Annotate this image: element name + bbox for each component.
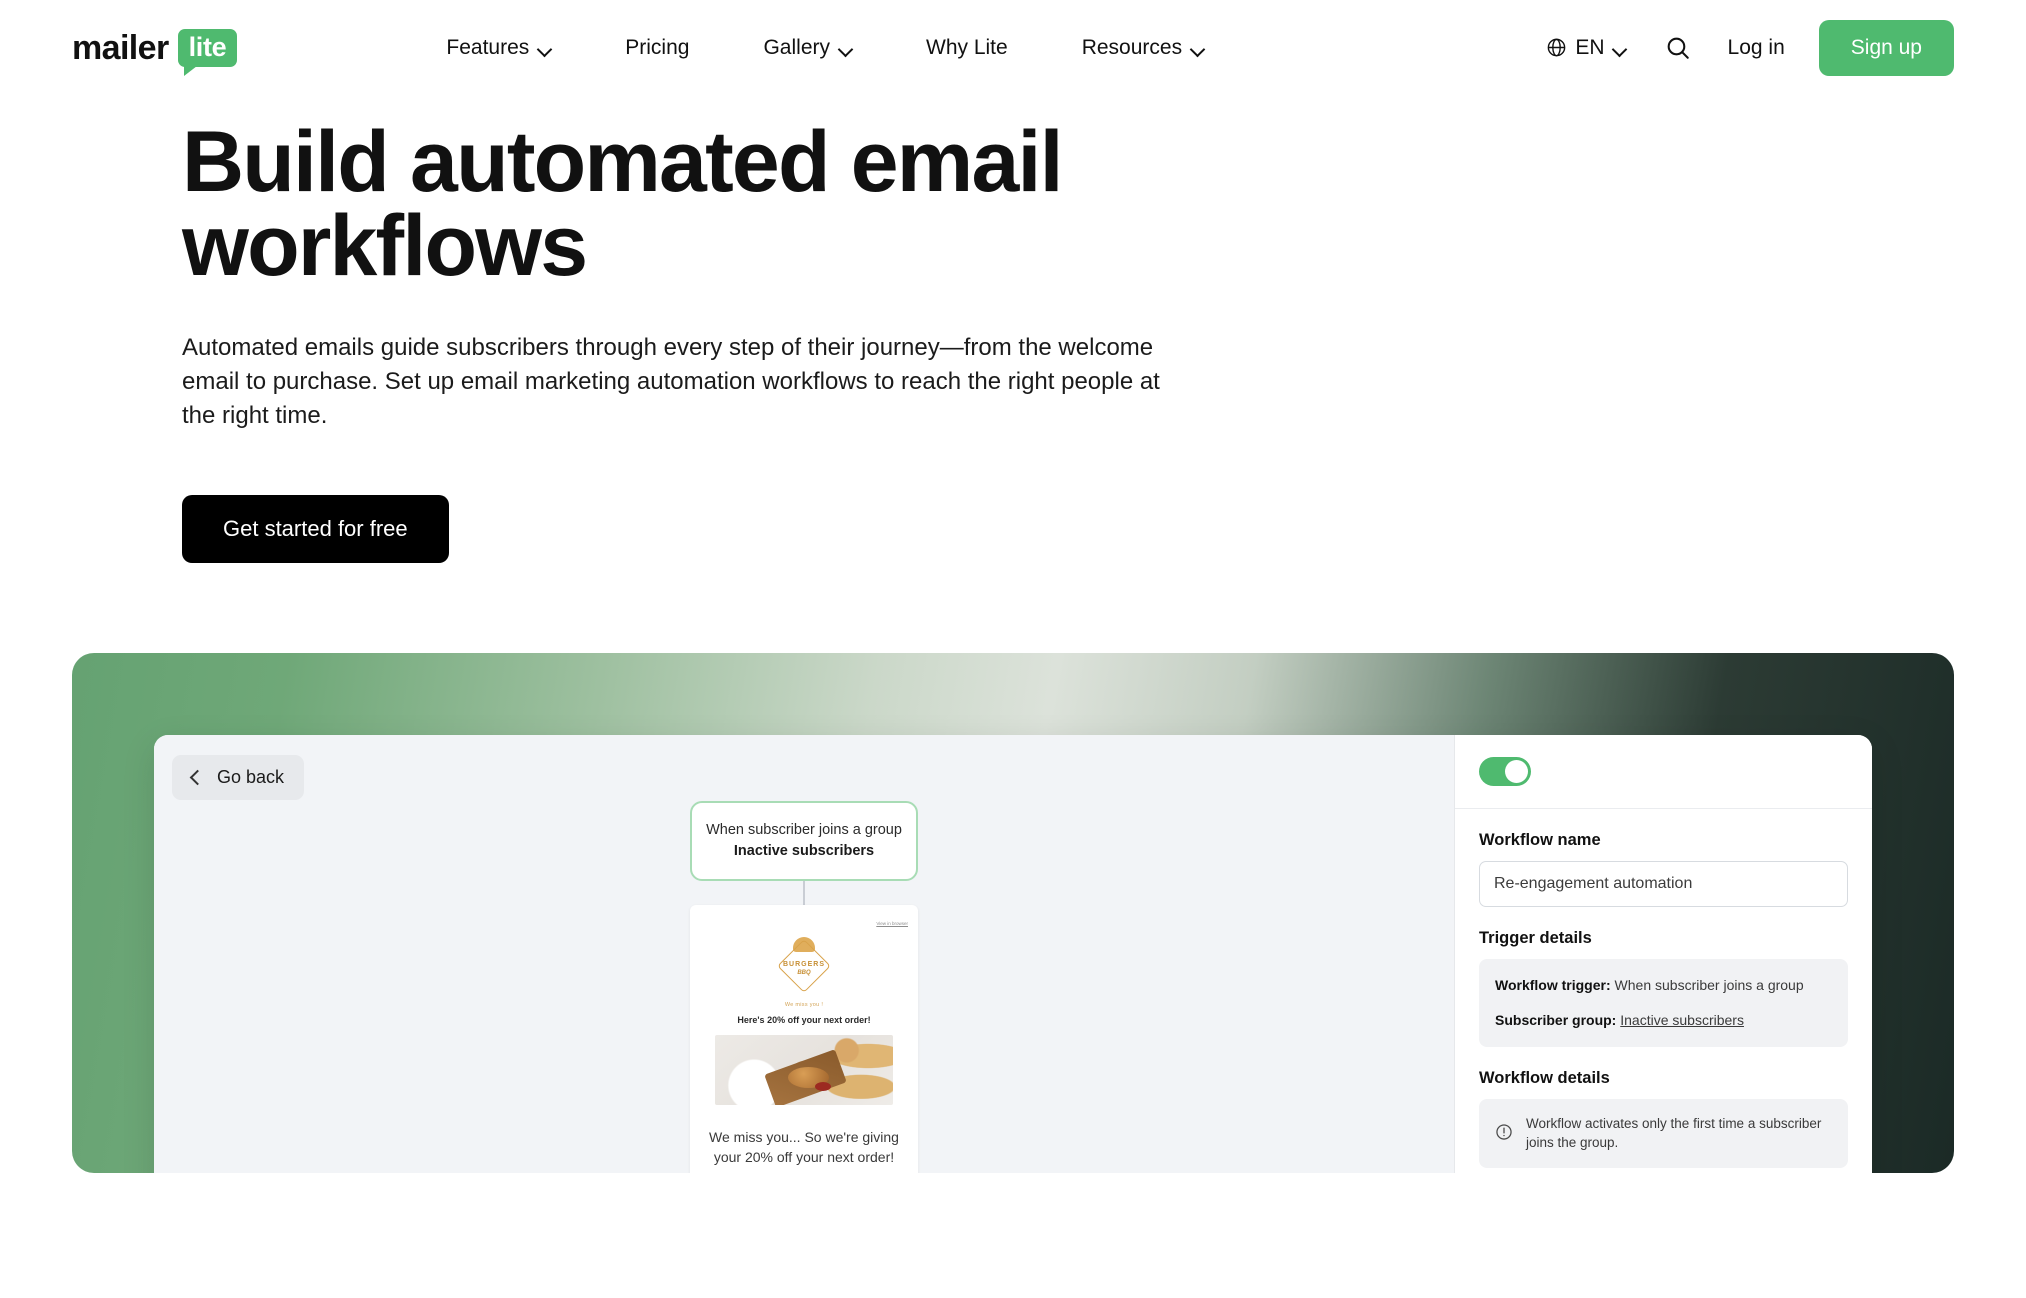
email-footer-text: We miss you... So we're giving your 20% … <box>709 1128 899 1165</box>
trigger-detail-row: Subscriber group: Inactive subscribers <box>1495 1010 1832 1031</box>
header-actions: EN Log in Sign up <box>1540 19 1954 76</box>
trigger-row-value: When subscriber joins a group <box>1614 976 1804 993</box>
workflow-canvas[interactable]: Go back When subscriber joins a group In… <box>154 734 1454 1173</box>
workflow-name-label: Workflow name <box>1479 830 1601 849</box>
nav-item-features[interactable]: Features <box>409 26 588 70</box>
get-started-button[interactable]: Get started for free <box>182 494 449 563</box>
nav-label: Resources <box>1081 35 1183 59</box>
email-food-photo <box>715 1034 893 1105</box>
email-kicker: We miss you ! <box>784 1001 824 1008</box>
search-icon <box>1667 37 1689 59</box>
flow-connector <box>803 880 805 905</box>
mailerlite-logo[interactable]: mailer lite <box>72 28 238 76</box>
nav-label: Why Lite <box>926 35 1008 59</box>
email-headline: Here's 20% off your next order! <box>737 1014 871 1025</box>
go-back-label: Go back <box>217 766 285 787</box>
hero-section: Build automated email workflows Automate… <box>0 95 2026 563</box>
email-node[interactable]: View in browser BURGERS BBQ We miss you … <box>690 904 918 1173</box>
language-switcher[interactable]: EN <box>1540 28 1631 68</box>
signup-button[interactable]: Sign up <box>1818 19 1954 76</box>
trigger-detail-row: Workflow trigger: When subscriber joins … <box>1495 975 1832 996</box>
nav-label: Pricing <box>625 35 690 59</box>
search-button[interactable] <box>1654 24 1702 72</box>
workflow-active-toggle[interactable] <box>1479 756 1531 786</box>
nav-item-pricing[interactable]: Pricing <box>588 26 726 70</box>
hero-subtitle: Automated emails guide subscribers throu… <box>182 333 1160 429</box>
trigger-details-label: Trigger details <box>1479 928 1592 947</box>
workflow-note-box: Workflow activates only the first time a… <box>1479 1098 1848 1168</box>
brand-name: BURGERS <box>782 960 825 968</box>
workflow-sidebar: Workflow name Trigger details Workflow t… <box>1454 734 1872 1173</box>
trigger-details-box: Workflow trigger: When subscriber joins … <box>1479 958 1848 1047</box>
logo-wordmark: mailer <box>72 28 169 67</box>
workflow-flow: When subscriber joins a group Inactive s… <box>690 800 918 1173</box>
nav-item-why-lite[interactable]: Why Lite <box>889 26 1045 70</box>
workflow-name-input[interactable] <box>1479 860 1848 907</box>
nav-label: Gallery <box>763 35 830 59</box>
sidebar-header <box>1455 735 1872 809</box>
workflow-details-label: Workflow details <box>1479 1068 1610 1087</box>
main-navigation: Features Pricing Gallery Why Lite Resour… <box>409 26 1241 70</box>
nav-label: Features <box>446 35 530 59</box>
email-top-bar: View in browser <box>690 905 918 930</box>
trigger-row-label: Subscriber group: <box>1495 1011 1617 1028</box>
chevron-left-icon <box>189 769 206 786</box>
info-circle-icon <box>1496 1124 1512 1140</box>
trigger-node[interactable]: When subscriber joins a group Inactive s… <box>690 800 918 881</box>
app-mockup: Go back When subscriber joins a group In… <box>154 734 1872 1173</box>
logo-badge-text: lite <box>188 31 227 62</box>
sidebar-body: Workflow name Trigger details Workflow t… <box>1455 809 1872 1168</box>
brand-subtitle: BBQ <box>797 969 811 976</box>
product-showcase: Go back When subscriber joins a group In… <box>72 652 1954 1173</box>
page-title: Build automated email workflows <box>182 114 1064 295</box>
chevron-down-icon <box>538 44 551 52</box>
logo-badge: lite <box>177 28 238 76</box>
login-link[interactable]: Log in <box>1728 36 1785 60</box>
chevron-down-icon <box>839 44 852 52</box>
subscriber-group-link[interactable]: Inactive subscribers <box>1620 1012 1744 1028</box>
globe-icon <box>1548 38 1566 57</box>
workflow-note-text: Workflow activates only the first time a… <box>1526 1115 1822 1151</box>
nav-item-resources[interactable]: Resources <box>1045 26 1241 70</box>
chevron-down-icon <box>1613 44 1626 52</box>
trigger-row-label: Workflow trigger: <box>1495 976 1611 993</box>
brand-logo: BURGERS BBQ <box>765 935 843 995</box>
nav-item-gallery[interactable]: Gallery <box>726 26 889 70</box>
view-in-browser-link[interactable]: View in browser <box>876 921 908 926</box>
trigger-node-text: When subscriber joins a group <box>706 821 902 838</box>
language-label: EN <box>1575 35 1605 59</box>
chevron-down-icon <box>1191 44 1204 52</box>
site-header: mailer lite Features Pricing Gallery Why… <box>0 0 2026 95</box>
trigger-node-group: Inactive subscribers <box>733 842 875 859</box>
go-back-button[interactable]: Go back <box>172 754 305 800</box>
